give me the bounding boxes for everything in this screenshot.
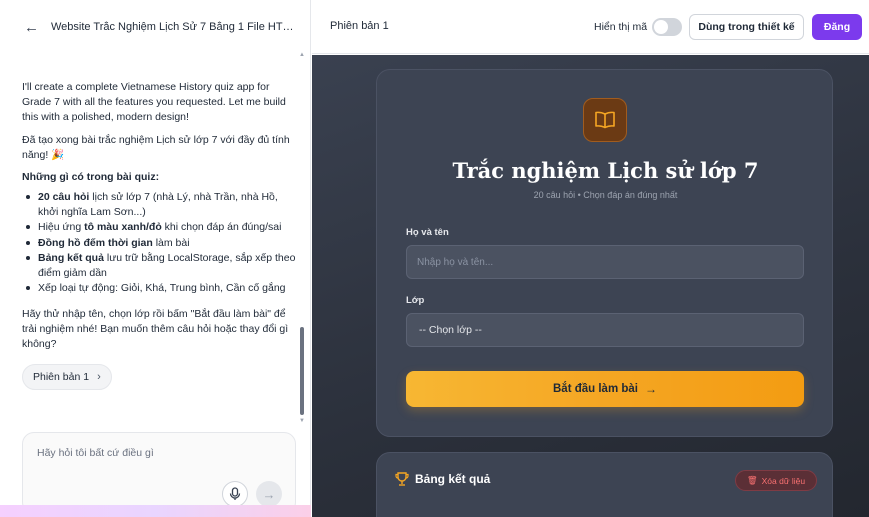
show-code-label: Hiển thị mã (594, 21, 648, 33)
microphone-icon (229, 487, 241, 500)
results-card: Bảng kết quả 🗑 Xóa dữ liệu (376, 452, 833, 517)
version-pill-label: Phiên bản 1 (33, 371, 90, 383)
chat-scrollbar-thumb[interactable] (300, 327, 304, 415)
feature-text: làm bài (152, 236, 190, 249)
clear-data-label: Xóa dữ liệu (761, 475, 806, 486)
app-preview: Trắc nghiệm Lịch sử lớp 7 20 câu hỏi • C… (312, 55, 869, 517)
results-title: Bảng kết quả (415, 472, 491, 486)
chat-input[interactable] (37, 447, 277, 459)
quiz-title: Trắc nghiệm Lịch sử lớp 7 (452, 158, 759, 183)
back-arrow-icon[interactable]: ← (24, 19, 42, 36)
name-label: Họ và tên (406, 227, 449, 238)
list-item: Hiệu ứng tô màu xanh/đỏ khi chọn đáp án … (22, 220, 297, 235)
microphone-button[interactable] (222, 481, 248, 507)
composer-glow (0, 505, 311, 517)
class-label: Lớp (406, 295, 425, 306)
chat-composer[interactable]: → (22, 432, 296, 514)
publish-button[interactable]: Đăng (812, 14, 862, 40)
name-input[interactable] (406, 245, 804, 279)
feature-bold: 20 câu hỏi (38, 191, 90, 203)
trophy-icon (395, 472, 409, 486)
arrow-right-icon: → (262, 486, 276, 502)
feature-text: khi chọn đáp án đúng/sai (161, 221, 282, 233)
chevron-right-icon: › (97, 371, 101, 383)
features-heading: Những gì có trong bài quiz: (22, 171, 160, 183)
assistant-message-intro: I'll create a complete Vietnamese Histor… (22, 81, 286, 123)
list-item: Xếp loại tự động: Giỏi, Khá, Trung bình,… (22, 281, 297, 296)
quiz-subtitle: 20 câu hỏi • Chọn đáp án đúng nhất (533, 190, 678, 200)
feature-bold: Bảng kết quả (38, 252, 104, 264)
assistant-message-outro: Hãy thử nhập tên, chọn lớp rồi bấm "Bắt … (22, 308, 289, 350)
class-select[interactable]: -- Chọn lớp -- (406, 313, 804, 347)
show-code-toggle[interactable] (652, 18, 682, 36)
send-button[interactable]: → (256, 481, 282, 507)
book-icon (583, 98, 627, 142)
feature-bold: tô màu xanh/đỏ (84, 221, 162, 233)
assistant-message-done: Đã tạo xong bài trắc nghiệm Lịch sử lớp … (22, 134, 290, 161)
start-quiz-label: Bắt đầu làm bài (553, 383, 638, 395)
version-label: Phiên bản 1 (330, 20, 389, 32)
class-select-value: -- Chọn lớp -- (419, 324, 482, 336)
start-quiz-button[interactable]: Bắt đầu làm bài → (406, 371, 804, 407)
feature-text: Xếp loại tự động: Giỏi, Khá, Trung bình,… (38, 282, 286, 294)
clear-data-button[interactable]: 🗑 Xóa dữ liệu (735, 470, 817, 491)
scroll-down-icon[interactable]: ▼ (299, 418, 305, 424)
chat-title: Website Trắc Nghiệm Lịch Sử 7 Bằng 1 Fil… (51, 21, 296, 33)
feature-text: Hiệu ứng (38, 221, 85, 233)
chat-header: ← Website Trắc Nghiệm Lịch Sử 7 Bằng 1 F… (0, 0, 311, 54)
list-item: Bảng kết quả lưu trữ bằng LocalStorage, … (22, 251, 297, 280)
preview-toolbar: Phiên bản 1 Hiển thị mã Dùng trong thiết… (312, 0, 869, 54)
list-item: 20 câu hỏi lịch sử lớp 7 (nhà Lý, nhà Tr… (22, 190, 297, 219)
feature-list: 20 câu hỏi lịch sử lớp 7 (nhà Lý, nhà Tr… (22, 190, 297, 297)
list-item: Đồng hồ đếm thời gian làm bài (22, 236, 297, 251)
use-in-design-button[interactable]: Dùng trong thiết kế (689, 14, 804, 40)
feature-bold: Đồng hồ đếm thời gian (38, 236, 153, 249)
trash-icon: 🗑 (746, 475, 758, 485)
quiz-start-card: Trắc nghiệm Lịch sử lớp 7 20 câu hỏi • C… (376, 69, 833, 437)
toggle-knob (654, 20, 668, 34)
chat-panel: ← Website Trắc Nghiệm Lịch Sử 7 Bằng 1 F… (0, 0, 311, 517)
arrow-right-icon: → (645, 382, 657, 396)
scroll-up-icon[interactable]: ▲ (299, 52, 305, 58)
version-pill-button[interactable]: Phiên bản 1 › (22, 364, 112, 390)
